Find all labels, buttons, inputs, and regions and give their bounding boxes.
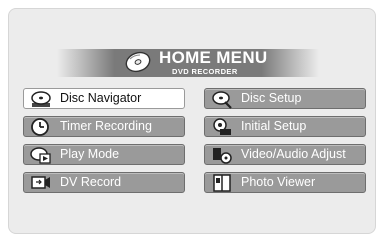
dv-record-button[interactable]: DV Record bbox=[23, 172, 185, 193]
photo-viewer-label: Photo Viewer bbox=[241, 175, 316, 189]
dv-record-icon bbox=[31, 176, 50, 189]
play-mode-button[interactable]: Play Mode bbox=[23, 144, 185, 165]
initial-setup-label: Initial Setup bbox=[241, 119, 307, 133]
play-mode-icon bbox=[30, 147, 51, 164]
disc-navigator-button[interactable]: Disc Navigator bbox=[23, 88, 185, 109]
initial-setup-button[interactable]: Initial Setup bbox=[204, 116, 366, 137]
home-menu-screen: HOME MENU DVD RECORDER Disc Navigator Ti… bbox=[8, 8, 376, 234]
disc-navigator-label: Disc Navigator bbox=[60, 91, 142, 105]
disc-setup-button[interactable]: Disc Setup bbox=[204, 88, 366, 109]
dv-record-label: DV Record bbox=[60, 175, 122, 189]
video-audio-adjust-label: Video/Audio Adjust bbox=[241, 147, 346, 161]
page-title: HOME MENU bbox=[159, 48, 268, 67]
disc-navigator-icon bbox=[31, 91, 51, 107]
disc-setup-label: Disc Setup bbox=[241, 91, 302, 105]
disc-icon bbox=[125, 51, 151, 73]
photo-viewer-button[interactable]: Photo Viewer bbox=[204, 172, 366, 193]
timer-recording-label: Timer Recording bbox=[60, 119, 152, 133]
disc-setup-icon bbox=[212, 91, 232, 109]
video-audio-adjust-icon bbox=[213, 148, 232, 164]
page-subtitle: DVD RECORDER bbox=[172, 67, 238, 76]
timer-recording-button[interactable]: Timer Recording bbox=[23, 116, 185, 137]
play-mode-label: Play Mode bbox=[60, 147, 120, 161]
video-audio-adjust-button[interactable]: Video/Audio Adjust bbox=[204, 144, 366, 165]
clock-icon bbox=[31, 118, 49, 136]
photo-viewer-icon bbox=[213, 174, 231, 192]
initial-setup-icon bbox=[213, 118, 231, 135]
